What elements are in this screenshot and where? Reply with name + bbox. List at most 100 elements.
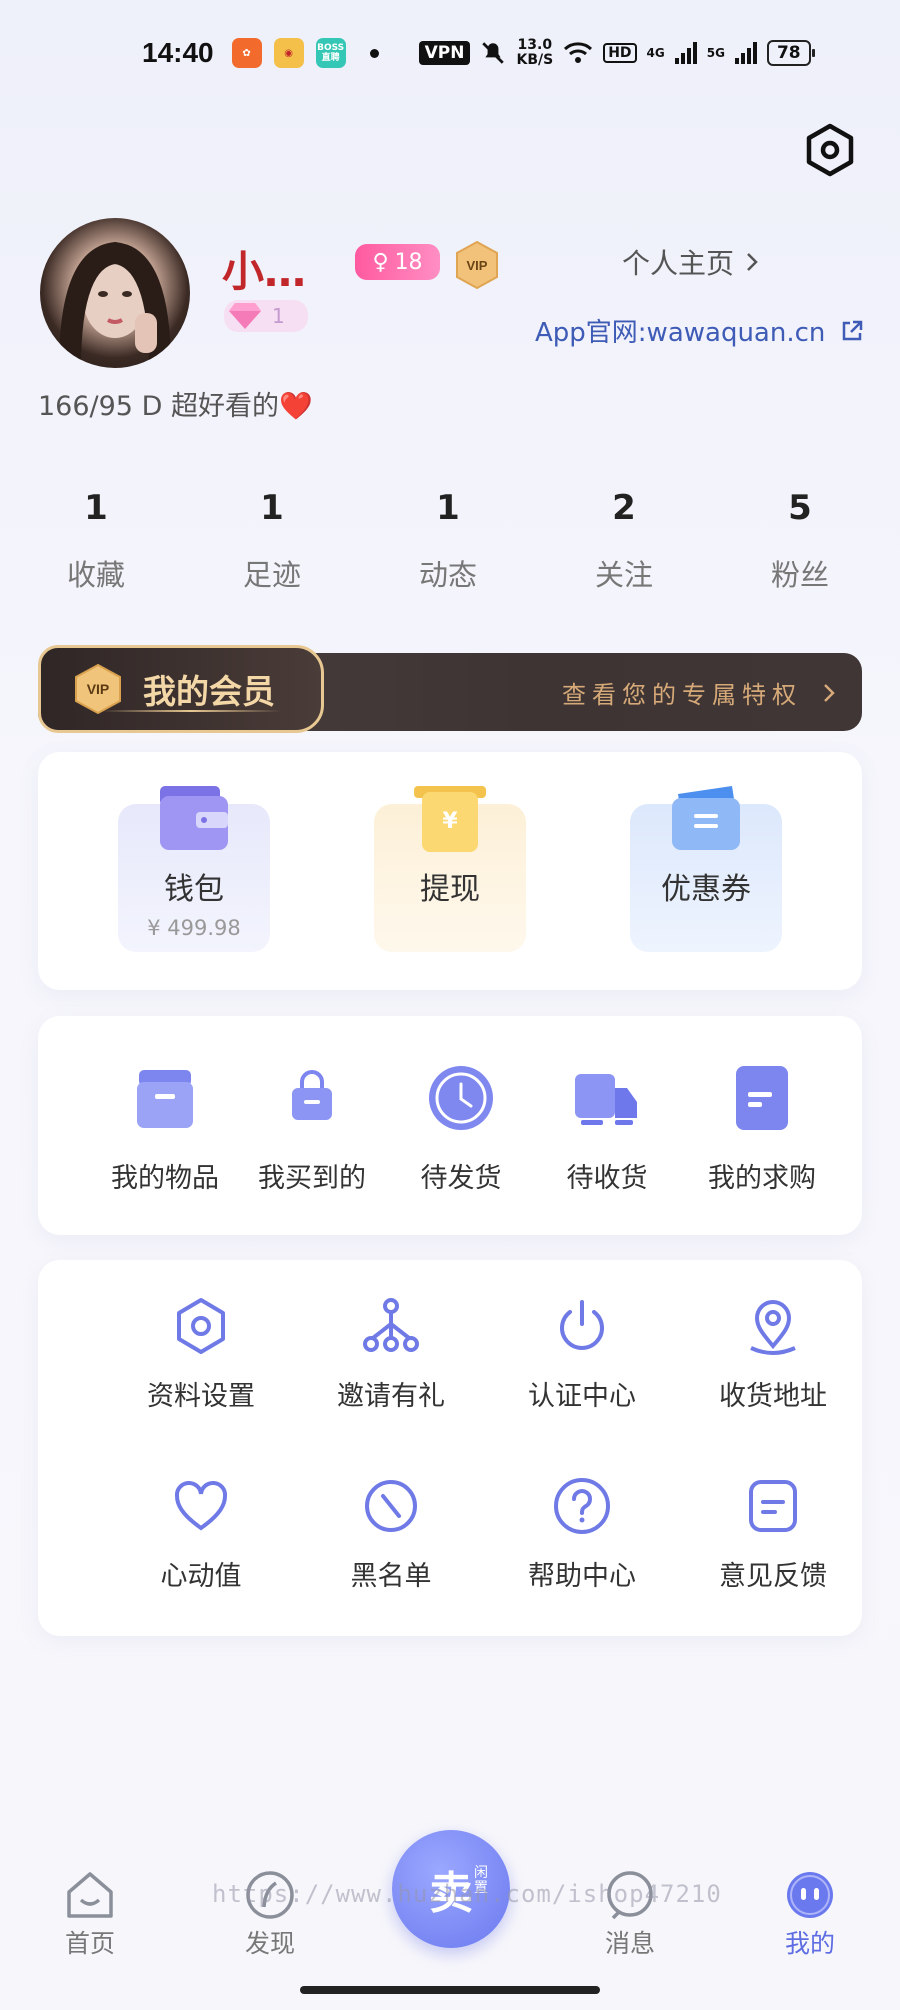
official-site-link[interactable]: App官网:wawaquan.cn xyxy=(535,312,865,349)
home-indicator[interactable] xyxy=(300,1986,600,1994)
invite-button[interactable]: 邀请有礼 xyxy=(306,1296,476,1413)
profile-settings-label: 资料设置 xyxy=(147,1381,255,1412)
signal-bars-icon xyxy=(674,42,697,64)
nav-mine[interactable]: 我的 xyxy=(760,1868,860,1960)
status-bar: 14:40 ✿ ◉ BOSS直聘 VPN 13.0 KB/S HD 4G 5G 7… xyxy=(0,28,900,78)
crush-value-button[interactable]: 心动值 xyxy=(116,1476,286,1593)
nickname: 小… xyxy=(222,247,307,296)
battery-icon: 78 xyxy=(766,40,815,66)
stat-posts[interactable]: 1 动态 xyxy=(360,488,536,594)
question-icon xyxy=(554,1478,610,1534)
homepage-label: 个人主页 xyxy=(622,247,735,280)
view-privileges-link[interactable]: 查看您的专属特权 xyxy=(562,675,836,710)
diamond-icon xyxy=(229,303,261,329)
feedback-icon xyxy=(749,1480,797,1532)
my-membership-tag: VIP 我的会员 xyxy=(38,645,324,733)
chevron-right-icon xyxy=(824,683,835,702)
address-label: 收货地址 xyxy=(719,1381,827,1412)
feedback-label: 意见反馈 xyxy=(719,1561,827,1592)
app-notification-icon: ✿ xyxy=(231,38,262,68)
signal-5g: 5G xyxy=(706,46,725,60)
official-site-label: App官网:wawaquan.cn xyxy=(535,318,826,348)
address-button[interactable]: 收货地址 xyxy=(688,1296,858,1413)
stat-label: 动态 xyxy=(418,558,477,592)
blacklist-button[interactable]: 黑名单 xyxy=(306,1476,476,1593)
profile-stats: 1 收藏 1 足迹 1 动态 2 关注 5 粉丝 xyxy=(0,488,900,594)
settings-hexagon-icon[interactable] xyxy=(802,122,858,178)
clipboard-icon xyxy=(736,1066,788,1130)
coupon-button[interactable]: 优惠券 xyxy=(630,786,782,952)
stat-favorites[interactable]: 1 收藏 xyxy=(8,488,184,594)
withdraw-button[interactable]: ¥ 提现 xyxy=(374,786,526,952)
nav-home[interactable]: 首页 xyxy=(40,1868,140,1960)
stat-value: 2 xyxy=(612,488,636,528)
network-speed: 13.0 KB/S xyxy=(516,37,554,68)
status-time: 14:40 xyxy=(142,37,214,68)
stat-following[interactable]: 2 关注 xyxy=(536,488,712,594)
profile-bio: 166/95 D 超好看的❤️ xyxy=(38,391,313,422)
stat-label: 粉丝 xyxy=(770,558,829,592)
nav-mine-label: 我的 xyxy=(784,1929,835,1958)
verification-button[interactable]: 认证中心 xyxy=(497,1296,667,1413)
vip-level-icon[interactable]: VIP xyxy=(452,240,502,290)
signal-bars-icon-2 xyxy=(734,42,757,64)
stat-value: 1 xyxy=(260,488,284,528)
feedback-button[interactable]: 意见反馈 xyxy=(688,1476,858,1593)
wallet-button[interactable]: 钱包 ¥ 499.98 xyxy=(118,786,270,952)
to-receive-label: 待收货 xyxy=(566,1163,648,1194)
stat-value: 1 xyxy=(84,488,108,528)
profile-face-icon xyxy=(787,1872,833,1918)
status-indicators: VPN 13.0 KB/S HD 4G 5G 78 xyxy=(418,37,815,68)
stat-label: 关注 xyxy=(594,558,653,592)
blacklist-label: 黑名单 xyxy=(350,1561,432,1592)
my-requests-label: 我的求购 xyxy=(708,1163,816,1194)
vip-icon-text: VIP xyxy=(87,681,110,697)
hexagon-settings-icon xyxy=(177,1298,225,1354)
share-tree-icon xyxy=(363,1298,419,1352)
to-ship-button[interactable]: 待发货 xyxy=(386,1062,536,1195)
membership-banner[interactable]: VIP 我的会员 查看您的专属特权 xyxy=(38,645,862,733)
charm-badge: 1 xyxy=(224,300,308,332)
tools-card: 资料设置 邀请有礼 认证中心 收货地址 心动值 黑名单 帮助中心 意见反馈 xyxy=(38,1260,862,1636)
stat-footprints[interactable]: 1 足迹 xyxy=(184,488,360,594)
purchased-button[interactable]: 我买到的 xyxy=(237,1062,387,1195)
profile-settings-button[interactable]: 资料设置 xyxy=(116,1296,286,1413)
vip-level-text: VIP xyxy=(467,258,488,273)
power-icon xyxy=(560,1300,604,1350)
wallet-balance: ¥ 499.98 xyxy=(147,916,241,940)
wallet-label: 钱包 xyxy=(164,872,224,907)
box-icon xyxy=(137,1070,193,1128)
wallet-card: 钱包 ¥ 499.98 ¥ 提现 优惠券 xyxy=(38,752,862,990)
watermark: https://www.huzhan.com/ishop47210 xyxy=(212,1880,722,1908)
vpn-badge: VPN xyxy=(418,41,471,65)
signal-4g: 4G xyxy=(646,46,665,60)
help-center-label: 帮助中心 xyxy=(528,1561,636,1592)
homepage-link[interactable]: 个人主页 xyxy=(622,242,760,282)
my-items-label: 我的物品 xyxy=(111,1163,219,1194)
my-items-button[interactable]: 我的物品 xyxy=(90,1062,240,1195)
nav-messages-label: 消息 xyxy=(604,1929,655,1958)
chevron-right-icon xyxy=(747,253,758,271)
age-value: 18 xyxy=(394,249,423,275)
help-center-button[interactable]: 帮助中心 xyxy=(497,1476,667,1593)
invite-label: 邀请有礼 xyxy=(337,1381,445,1412)
avatar[interactable] xyxy=(40,218,190,368)
heart-icon xyxy=(174,1481,228,1531)
coupon-label: 优惠券 xyxy=(661,872,751,907)
stat-value: 5 xyxy=(788,488,812,528)
charm-count: 1 xyxy=(272,304,285,328)
stat-followers[interactable]: 5 粉丝 xyxy=(712,488,888,594)
my-requests-button[interactable]: 我的求购 xyxy=(687,1062,837,1195)
stat-value: 1 xyxy=(436,488,460,528)
gender-age-badge: ♀ 18 xyxy=(355,244,440,280)
vip-icon: VIP xyxy=(75,663,121,715)
stat-label: 足迹 xyxy=(242,558,301,592)
avatar-portrait-image xyxy=(59,241,171,368)
wallet-icon xyxy=(160,786,228,850)
wifi-icon xyxy=(564,42,593,63)
to-receive-button[interactable]: 待收货 xyxy=(532,1062,682,1195)
female-icon: ♀ xyxy=(372,249,389,275)
weibo-icon: ◉ xyxy=(273,38,304,68)
more-notifications-icon xyxy=(369,48,379,58)
membership-underline xyxy=(101,710,281,712)
